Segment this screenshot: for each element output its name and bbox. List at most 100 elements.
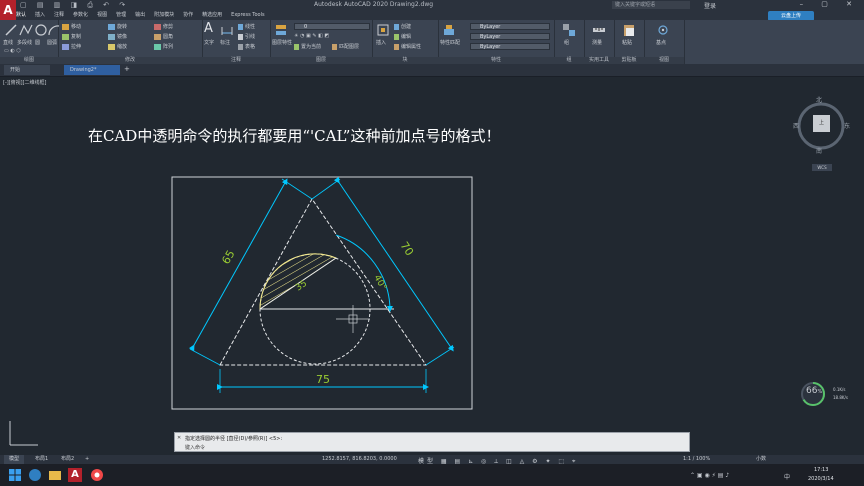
- ribbon-tab-2[interactable]: 注释: [54, 11, 64, 20]
- linear-tool[interactable]: 线性: [238, 23, 255, 30]
- group-panel: 组 组: [554, 20, 585, 64]
- color-dropdown[interactable]: ByLayer: [470, 23, 550, 30]
- new-tab-icon[interactable]: +: [124, 65, 130, 73]
- windows-start-icon[interactable]: [8, 468, 22, 482]
- fillet-tool[interactable]: 圆角: [154, 33, 173, 40]
- polyline-icon[interactable]: [19, 23, 33, 37]
- quick-access-toolbar[interactable]: ▢ ▤ ▥ ◨ ⎙ ↶ ↷: [20, 1, 129, 10]
- stretch-tool[interactable]: 拉伸: [62, 43, 81, 50]
- ribbon-tab-6[interactable]: 输出: [135, 11, 145, 20]
- triangle-outline: [219, 198, 427, 366]
- insert-block-label: 插入: [376, 40, 387, 46]
- create-block-button[interactable]: 创建: [394, 23, 411, 30]
- trim-tool[interactable]: 修剪: [154, 23, 173, 30]
- tab-start[interactable]: 开始: [4, 65, 50, 75]
- draw-extra-icons[interactable]: ▭ ◐ ⬡: [4, 48, 21, 54]
- tab-model[interactable]: 模型: [4, 455, 25, 464]
- draw-panel-label[interactable]: 绘图: [0, 57, 58, 64]
- wcs-menu[interactable]: WCS: [812, 164, 832, 171]
- text-icon[interactable]: A: [204, 21, 213, 36]
- annotation-scale[interactable]: 1:1 / 100%: [683, 455, 710, 464]
- layer-state-icons[interactable]: ☀ ◔ ▣ ✎ ◧ ◩: [294, 33, 329, 39]
- autocad-logo-button[interactable]: A: [0, 0, 16, 20]
- edit-attributes-button[interactable]: 编辑属性: [394, 43, 421, 50]
- ribbon-tab-8[interactable]: 协作: [183, 11, 193, 20]
- command-close-icon[interactable]: ✕: [177, 435, 181, 441]
- layer-panel-label[interactable]: 图层: [270, 57, 372, 64]
- lineweight-dropdown[interactable]: ByLayer: [470, 43, 550, 50]
- annotation-panel-label[interactable]: 注释: [202, 57, 270, 64]
- viewcube-west[interactable]: 西: [793, 121, 799, 130]
- modify-panel: 移动 旋转 修剪 复制 镜像 圆角 拉伸 缩放 阵列 修改: [58, 20, 203, 64]
- technical-drawing[interactable]: 65 70 40° 35 75: [160, 169, 480, 419]
- taskbar-time[interactable]: 17:13: [814, 467, 828, 473]
- layer-properties-icon[interactable]: [274, 23, 288, 37]
- recorder-icon[interactable]: [90, 468, 104, 482]
- command-input[interactable]: 键入命令: [185, 444, 205, 451]
- move-tool[interactable]: 移动: [62, 23, 81, 30]
- layer-dropdown[interactable]: 0: [294, 23, 370, 30]
- base-point-icon[interactable]: [656, 23, 670, 37]
- mirror-tool[interactable]: 镜像: [108, 33, 127, 40]
- viewcube-north[interactable]: 北: [816, 95, 822, 104]
- viewcube-south[interactable]: 南: [816, 146, 822, 155]
- paste-icon[interactable]: [622, 23, 636, 37]
- view-panel-label[interactable]: 视图: [644, 57, 684, 64]
- rotate-icon: [108, 23, 115, 30]
- scale-tool[interactable]: 缩放: [108, 43, 127, 50]
- window-controls[interactable]: – ▢ ✕: [800, 0, 860, 8]
- match-layer-button[interactable]: 匹配图层: [332, 43, 359, 50]
- ribbon-tab-5[interactable]: 管理: [116, 11, 126, 20]
- scale-icon: [108, 43, 115, 50]
- cursor-coordinates[interactable]: 1252.8157, 816.8203, 0.0000: [322, 455, 397, 464]
- layer-properties-label: 图层特性: [272, 40, 293, 46]
- ribbon-tab-1[interactable]: 插入: [35, 11, 45, 20]
- modify-panel-label[interactable]: 修改: [58, 57, 202, 64]
- leader-tool[interactable]: 引线: [238, 33, 255, 40]
- line-icon[interactable]: [4, 23, 18, 37]
- viewcube-east[interactable]: 东: [844, 121, 850, 130]
- group-panel-label[interactable]: 组: [554, 57, 584, 64]
- group-icon[interactable]: [562, 23, 576, 37]
- command-line[interactable]: ✕ 指定选择圆的半径 [直径(D)/参照(R)] <5>: 键入命令: [174, 432, 690, 452]
- viewcube-top-face[interactable]: 上: [813, 115, 830, 132]
- ribbon-tab-4[interactable]: 视图: [97, 11, 107, 20]
- input-language[interactable]: 中: [784, 472, 790, 481]
- taskbar-date[interactable]: 2020/3/14: [808, 476, 834, 482]
- array-tool[interactable]: 阵列: [154, 43, 173, 50]
- ribbon-tab-9[interactable]: 精选应用: [202, 11, 222, 20]
- clipboard-panel-label[interactable]: 剪贴板: [614, 57, 644, 64]
- ribbon-tab-10[interactable]: Express Tools: [231, 11, 264, 20]
- tab-layout2[interactable]: 布局2: [56, 455, 79, 464]
- system-tray-icons[interactable]: ⌃ ▣ ◉ ⚡ ▤ ♪: [690, 472, 729, 479]
- tab-drawing2[interactable]: Drawing2*: [64, 65, 120, 75]
- viewport-controls[interactable]: [-][俯视][二维线框]: [3, 79, 47, 86]
- circle-icon[interactable]: [34, 23, 48, 37]
- units-menu[interactable]: 小数: [756, 455, 766, 464]
- utilities-panel-label[interactable]: 实用工具: [584, 57, 614, 64]
- copy-tool[interactable]: 复制: [62, 33, 81, 40]
- ribbon-tab-3[interactable]: 参数化: [73, 11, 88, 20]
- add-layout-icon[interactable]: +: [80, 455, 94, 464]
- block-panel-label[interactable]: 块: [372, 57, 438, 64]
- ribbon-tab-7[interactable]: 附加模块: [154, 11, 174, 20]
- drawing-canvas[interactable]: [-][俯视][二维线框] 在CAD中透明命令的执行都要用“'CAL”这种前加点…: [0, 77, 864, 455]
- autocad-taskbar-icon[interactable]: A: [68, 468, 82, 482]
- table-tool[interactable]: 表格: [238, 43, 255, 50]
- rotate-tool[interactable]: 旋转: [108, 23, 127, 30]
- linetype-dropdown[interactable]: ByLayer: [470, 33, 550, 40]
- edge-browser-icon[interactable]: [28, 468, 42, 482]
- ext-line-left-2: [281, 178, 313, 200]
- tab-layout1[interactable]: 布局1: [30, 455, 53, 464]
- dimension-icon[interactable]: [220, 23, 234, 37]
- set-current-layer-button[interactable]: 置为当前: [294, 43, 321, 50]
- insert-block-icon[interactable]: [376, 23, 390, 37]
- ribbon-tab-0[interactable]: 默认: [16, 11, 26, 20]
- properties-panel-label[interactable]: 特性: [438, 57, 554, 64]
- measure-icon[interactable]: [592, 23, 606, 37]
- search-input[interactable]: 键入关键字或短语: [612, 1, 690, 9]
- match-properties-icon[interactable]: [442, 23, 456, 37]
- file-explorer-icon[interactable]: [48, 468, 62, 482]
- edit-block-button[interactable]: 编辑: [394, 33, 411, 40]
- sign-in-button[interactable]: 登录: [704, 1, 716, 10]
